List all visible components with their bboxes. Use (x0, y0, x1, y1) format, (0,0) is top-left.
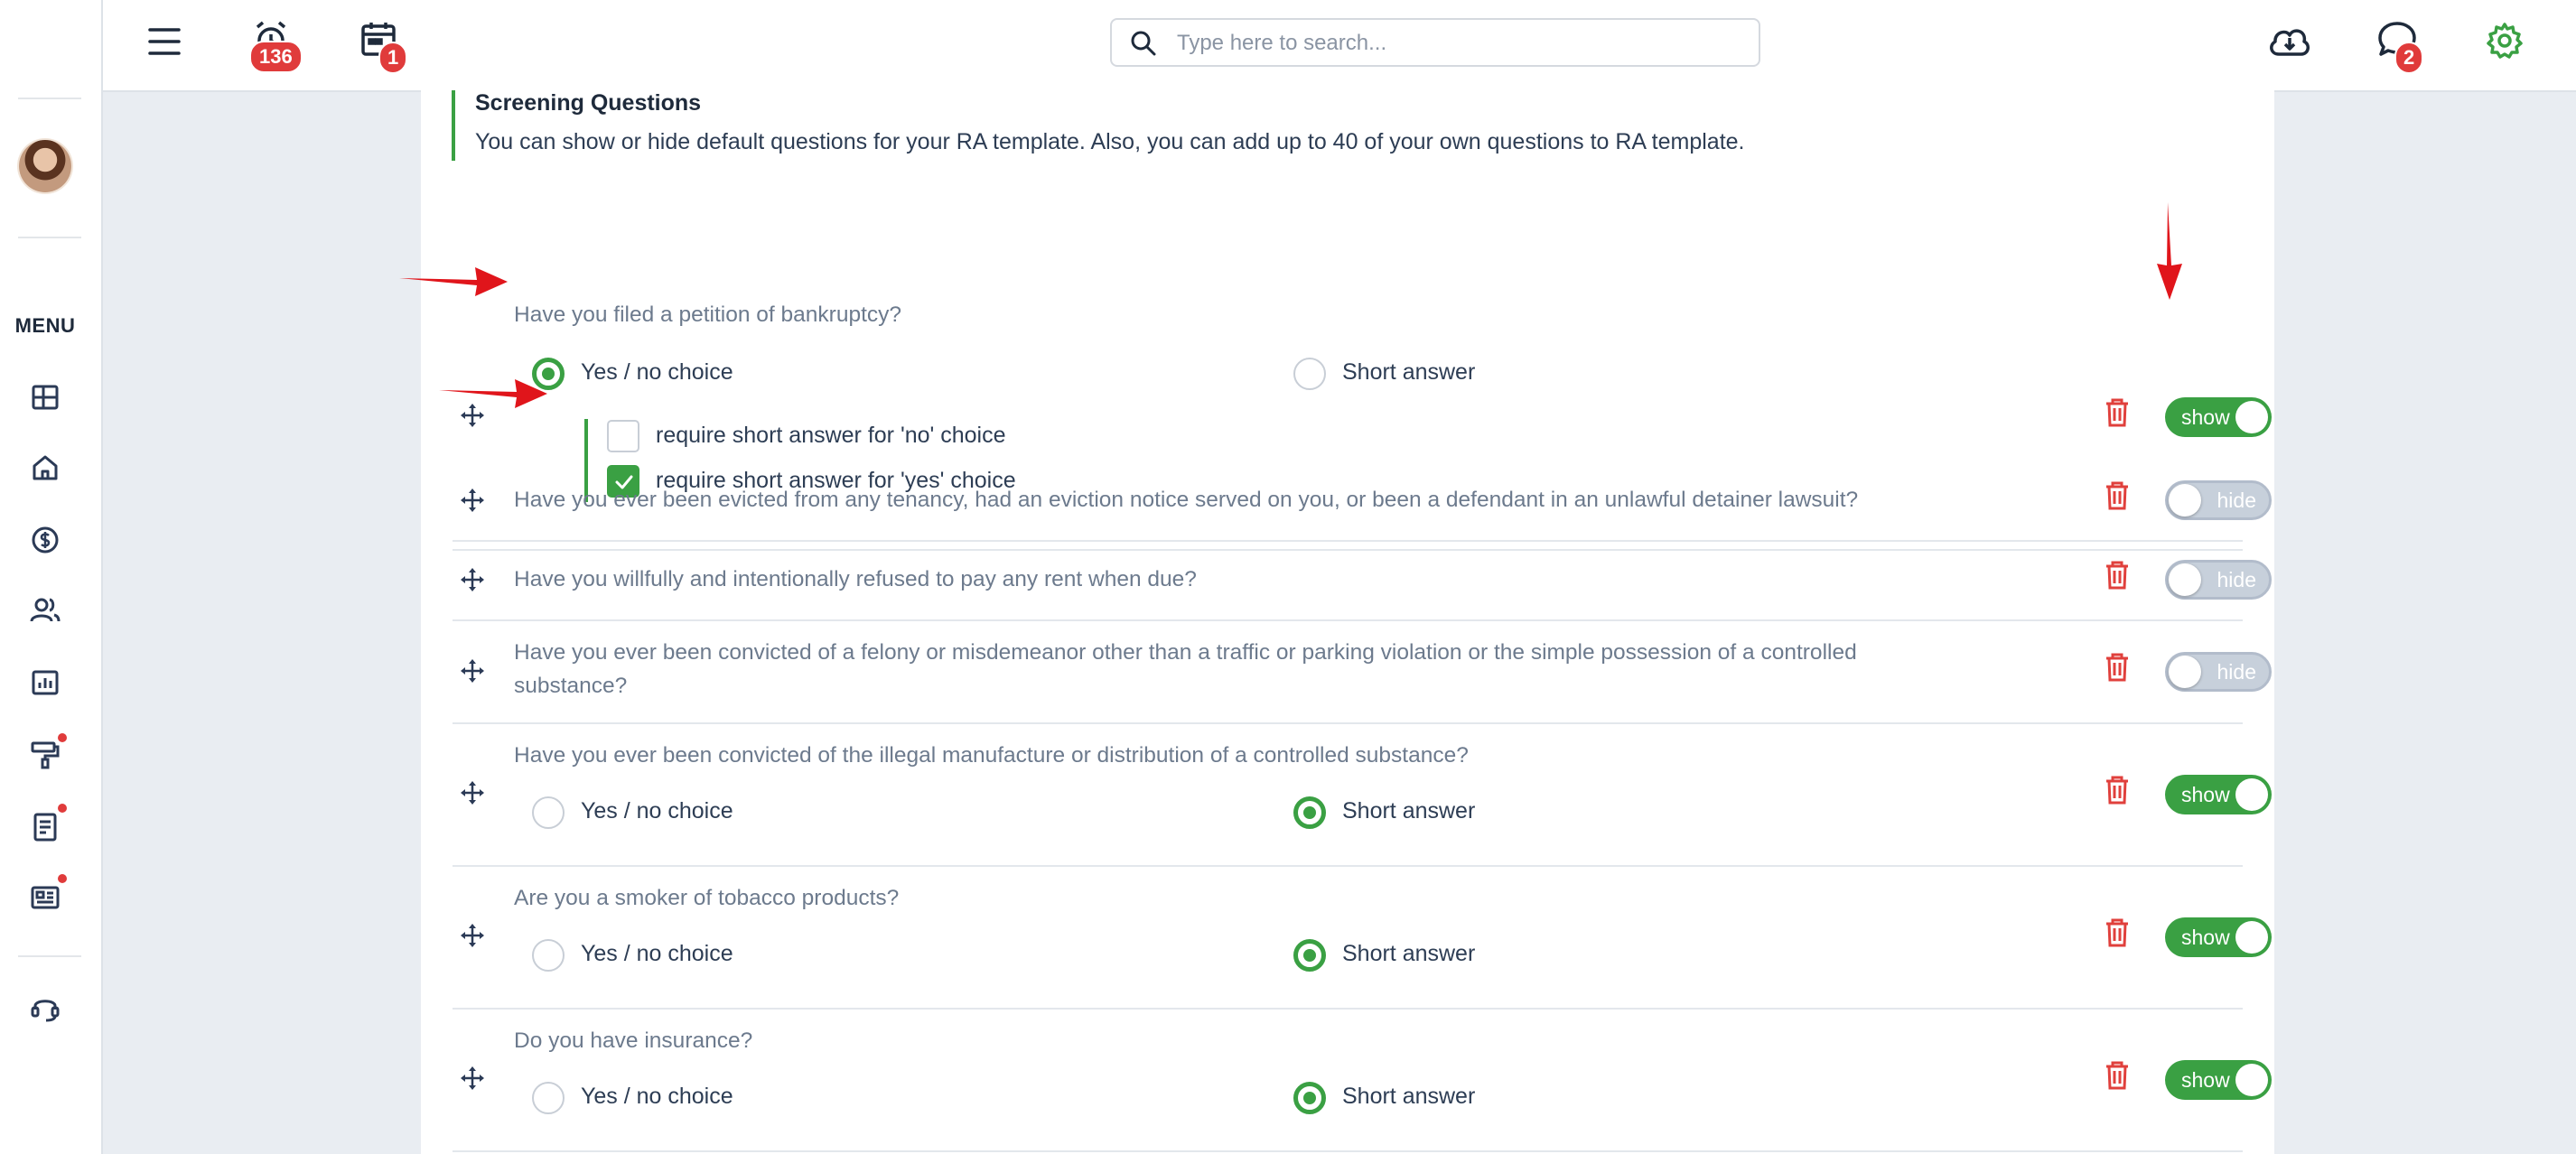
messages-count-badge: 2 (2394, 42, 2424, 74)
newspaper-icon[interactable] (27, 879, 63, 916)
radio-button[interactable] (532, 1082, 565, 1114)
question-row: Do you have insurance? Yes / no choice S… (453, 1008, 2272, 1152)
sidebar-divider (18, 98, 81, 99)
home-icon[interactable] (27, 450, 63, 486)
trash-icon[interactable] (2104, 1060, 2131, 1091)
search-icon (1130, 30, 1157, 61)
trash-icon[interactable] (2104, 775, 2131, 805)
paint-roller-icon[interactable] (27, 737, 63, 773)
toggle-label: hide (2217, 660, 2256, 684)
avatar[interactable] (19, 140, 71, 192)
radio-label: Yes / no choice (581, 1084, 733, 1109)
radio-label: Yes / no choice (581, 941, 733, 966)
top-bar: 136 1 2 (103, 0, 2576, 92)
sidebar: MENU (0, 0, 103, 1154)
question-text: Have you ever been convicted of the ille… (514, 743, 1469, 768)
radio-button[interactable] (532, 796, 565, 829)
question-row: Have you willfully and intentionally ref… (453, 540, 2272, 621)
visibility-toggle[interactable]: show (2165, 1060, 2272, 1100)
radio-label: Short answer (1342, 798, 1476, 824)
gear-icon[interactable] (2486, 22, 2524, 60)
trash-icon[interactable] (2104, 560, 2131, 591)
question-text: Have you ever been convicted of a felony… (514, 640, 1857, 698)
annotation-arrow-icon (399, 267, 508, 296)
drag-handle-icon[interactable] (460, 488, 485, 513)
toggle-knob (2169, 484, 2201, 517)
trash-icon[interactable] (2104, 917, 2131, 948)
drag-handle-icon[interactable] (460, 923, 485, 948)
toggle-knob (2169, 656, 2201, 688)
toggle-knob (2235, 778, 2268, 811)
users-icon[interactable] (27, 592, 63, 628)
notification-dot (58, 804, 67, 813)
radio-button[interactable] (532, 939, 565, 972)
toggle-knob (2235, 921, 2268, 954)
radio-button[interactable] (1293, 1082, 1326, 1114)
drag-handle-icon[interactable] (460, 1066, 485, 1091)
question-text: Have you ever been evicted from any tena… (514, 488, 1859, 512)
toggle-label: show (2181, 783, 2230, 806)
search-box[interactable] (1110, 18, 1760, 67)
trash-icon[interactable] (2104, 652, 2131, 683)
radio-label: Yes / no choice (581, 798, 733, 824)
visibility-toggle[interactable]: show (2165, 917, 2272, 957)
sidebar-divider (18, 955, 81, 957)
question-row: Are you a smoker of tobacco products? Ye… (453, 865, 2272, 1010)
question-row: Have you ever been evicted from any tena… (453, 461, 2272, 542)
notification-dot (58, 874, 67, 883)
dollar-icon[interactable] (27, 522, 63, 558)
cloud-download-icon[interactable] (2266, 20, 2313, 61)
menu-label: MENU (14, 314, 76, 337)
visibility-toggle[interactable]: show (2165, 775, 2272, 814)
hamburger-icon[interactable] (146, 25, 182, 58)
drag-handle-icon[interactable] (460, 780, 485, 805)
drag-handle-icon[interactable] (460, 567, 485, 592)
question-list: Have you ever been evicted from any tena… (421, 90, 2274, 1154)
calendar-count-badge: 1 (378, 42, 408, 74)
toggle-label: show (2181, 926, 2230, 949)
notification-dot (58, 733, 67, 742)
annotation-arrow-icon (2157, 202, 2182, 300)
visibility-toggle[interactable]: hide (2165, 480, 2272, 520)
radio-button[interactable] (1293, 796, 1326, 829)
annotation-arrow-icon (439, 379, 547, 408)
toggle-label: show (2181, 1068, 2230, 1092)
radio-label: Short answer (1342, 941, 1476, 966)
sidebar-divider (18, 237, 81, 238)
document-icon[interactable] (27, 809, 63, 845)
support-headset-icon[interactable] (27, 990, 63, 1026)
toggle-knob (2169, 563, 2201, 596)
question-text: Have you willfully and intentionally ref… (514, 567, 1197, 591)
radio-button[interactable] (1293, 939, 1326, 972)
question-text: Do you have insurance? (514, 1028, 753, 1053)
toggle-knob (2235, 1064, 2268, 1096)
toggle-label: hide (2217, 568, 2256, 591)
alarm-count-badge: 136 (249, 41, 303, 73)
question-row: Have you ever been convicted of a felony… (453, 619, 2272, 724)
search-input[interactable] (1175, 27, 1739, 60)
dashboard-icon[interactable] (27, 379, 63, 415)
visibility-toggle[interactable]: hide (2165, 652, 2272, 692)
radio-label: Short answer (1342, 1084, 1476, 1109)
question-text: Are you a smoker of tobacco products? (514, 886, 900, 910)
drag-handle-icon[interactable] (460, 658, 485, 684)
chart-icon[interactable] (27, 665, 63, 701)
toggle-label: hide (2217, 489, 2256, 512)
question-row: Have you ever been convicted of the ille… (453, 722, 2272, 867)
trash-icon[interactable] (2104, 480, 2131, 511)
visibility-toggle[interactable]: hide (2165, 560, 2272, 600)
